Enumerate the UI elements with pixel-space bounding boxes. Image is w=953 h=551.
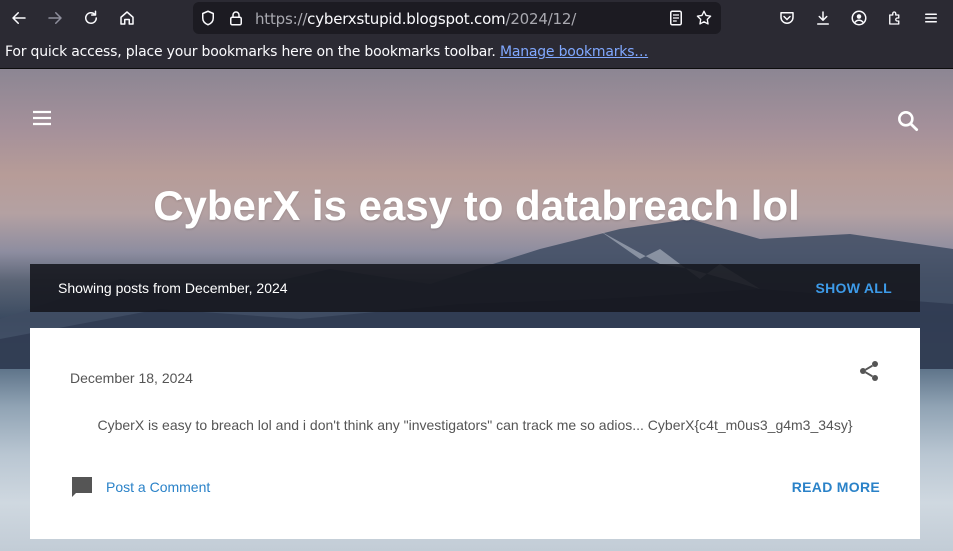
bookmarks-message: For quick access, place your bookmarks h… (5, 44, 649, 60)
reader-view-icon[interactable] (667, 9, 685, 27)
pocket-icon (780, 12, 794, 24)
forward-button[interactable] (41, 4, 69, 32)
blog-page: CyberX is easy to databreach lol Showing… (0, 69, 953, 551)
reload-icon (85, 10, 97, 24)
post-date[interactable]: December 18, 2024 (70, 370, 193, 386)
download-icon (817, 11, 829, 25)
puzzle-icon (889, 11, 900, 25)
archive-filter-bar: Showing posts from December, 2024 SHOW A… (30, 264, 920, 312)
post-comment-link[interactable]: Post a Comment (106, 479, 210, 495)
post-card: December 18, 2024 CyberX is easy to brea… (30, 328, 920, 539)
url-bar[interactable]: https://cyberxstupid.blogspot.com/2024/1… (193, 2, 721, 34)
hamburger-icon (925, 13, 937, 23)
blog-search-icon[interactable] (895, 108, 921, 134)
show-all-link[interactable]: SHOW ALL (815, 280, 892, 296)
post-snippet[interactable]: CyberX is easy to breach lol and i don't… (30, 417, 920, 433)
pocket-button[interactable] (773, 4, 801, 32)
bookmarks-toolbar: For quick access, place your bookmarks h… (0, 36, 953, 69)
archive-filter-text: Showing posts from December, 2024 (58, 280, 288, 296)
home-icon (120, 11, 134, 25)
arrow-right-icon (48, 12, 62, 24)
blog-title[interactable]: CyberX is easy to databreach lol (0, 182, 953, 230)
account-icon (851, 10, 867, 26)
shield-icon[interactable] (199, 9, 217, 27)
back-button[interactable] (5, 4, 33, 32)
reload-button[interactable] (77, 4, 105, 32)
extensions-button[interactable] (881, 4, 909, 32)
downloads-button[interactable] (809, 4, 837, 32)
star-icon[interactable] (695, 9, 713, 27)
account-button[interactable] (845, 4, 873, 32)
app-menu-button[interactable] (917, 4, 945, 32)
manage-bookmarks-link[interactable]: Manage bookmarks… (500, 44, 648, 60)
lock-icon[interactable] (227, 9, 245, 27)
read-more-link[interactable]: READ MORE (792, 479, 880, 495)
share-icon[interactable] (857, 359, 881, 383)
home-button[interactable] (113, 4, 141, 32)
arrow-left-icon (12, 12, 26, 24)
url-text[interactable]: https://cyberxstupid.blogspot.com/2024/1… (255, 10, 576, 28)
browser-toolbar: https://cyberxstupid.blogspot.com/2024/1… (0, 0, 953, 36)
blog-menu-icon[interactable] (30, 106, 54, 130)
comment-icon[interactable] (70, 475, 94, 499)
